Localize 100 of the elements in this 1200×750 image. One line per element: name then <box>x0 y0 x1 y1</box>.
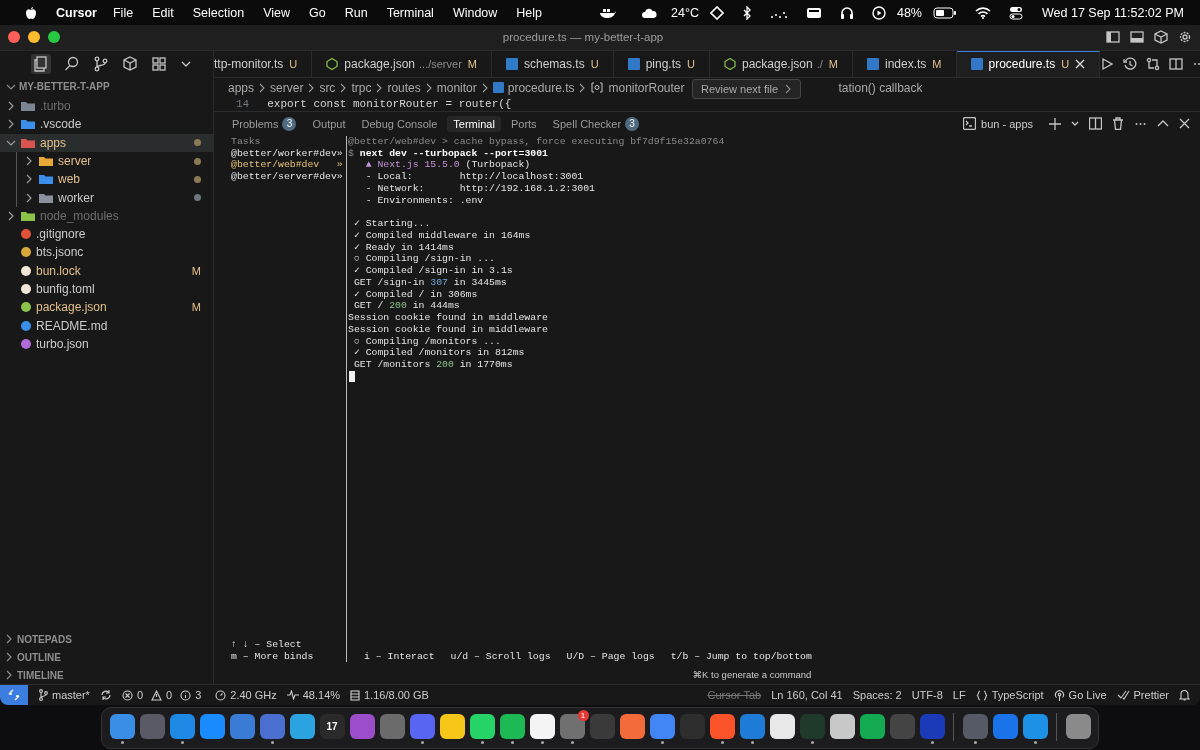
tree-item[interactable]: .gitignore <box>0 225 213 244</box>
app-icon[interactable] <box>619 714 645 739</box>
app-icon[interactable] <box>289 714 315 739</box>
branch-status[interactable]: master* <box>38 689 90 701</box>
app-icon[interactable] <box>439 714 465 739</box>
status-item[interactable]: Ln 160, Col 41 <box>771 689 843 701</box>
terminal-selector[interactable]: bun - apps <box>963 117 1033 131</box>
minimize-light[interactable] <box>28 31 40 44</box>
tree-item[interactable]: .turbo <box>0 96 213 116</box>
cube-icon[interactable] <box>122 55 138 72</box>
problems-status[interactable]: 0 0 3 <box>121 689 206 701</box>
tree-item[interactable]: bunfig.toml <box>0 279 213 299</box>
close-icon[interactable] <box>1075 59 1086 70</box>
toggles-icon[interactable] <box>1009 5 1023 20</box>
diamond-icon[interactable] <box>709 5 724 20</box>
menu-item[interactable]: Run <box>344 5 368 20</box>
tree-item[interactable]: .vscode <box>0 115 213 134</box>
battery-icon[interactable] <box>933 6 957 19</box>
tree-item[interactable]: node_modules <box>0 206 213 226</box>
menu-item[interactable]: Terminal <box>386 5 434 20</box>
settings-icon[interactable] <box>1178 30 1192 45</box>
status-item[interactable]: Prettier <box>1116 689 1169 701</box>
status-item[interactable]: Go Live <box>1053 689 1107 701</box>
blocks-icon[interactable] <box>151 55 167 72</box>
bluetooth-icon[interactable] <box>741 5 752 20</box>
breadcrumb-item[interactable]: procedure.ts <box>507 80 575 95</box>
trash-icon[interactable] <box>1112 117 1124 131</box>
branch-icon[interactable] <box>93 55 109 72</box>
breadcrumb-item[interactable]: server <box>270 80 304 95</box>
editor-tab[interactable]: ping.ts U <box>613 50 710 77</box>
headphones-icon[interactable] <box>839 5 854 20</box>
zoom-light[interactable] <box>48 31 60 44</box>
editor-tab[interactable]: procedure.ts U <box>956 50 1101 77</box>
section-header[interactable]: OUTLINE <box>0 648 213 666</box>
breadcrumb-item[interactable]: monitorRouter <box>608 80 685 95</box>
panel-tab[interactable]: Problems 3 <box>226 114 303 133</box>
tree-item[interactable]: bts.jsonc <box>0 243 213 262</box>
task-item[interactable]: @better/web#dev » <box>231 159 346 172</box>
breadcrumb-item[interactable]: routes <box>387 80 421 95</box>
play-icon[interactable] <box>871 5 886 20</box>
menu-item[interactable]: Selection <box>192 5 245 20</box>
editor-tab[interactable]: package.json ./ M <box>709 50 853 77</box>
panel-tab[interactable]: Ports <box>504 115 543 132</box>
split-icon[interactable] <box>1089 117 1102 131</box>
panel-tab[interactable]: Terminal <box>447 115 501 132</box>
editor-tab[interactable]: ttp-monitor.ts U <box>214 50 313 77</box>
task-item[interactable]: @better/worker#dev» <box>231 147 346 160</box>
status-item[interactable]: Spaces: 2 <box>852 689 902 701</box>
files-icon[interactable] <box>31 53 51 74</box>
plus-icon[interactable] <box>1049 117 1061 130</box>
tree-item[interactable]: bun.lock M <box>0 261 213 280</box>
load-status[interactable]: 48.14% <box>286 689 341 701</box>
editor-tab[interactable]: index.ts M <box>852 50 957 77</box>
panel-tab[interactable]: Spell Checker 3 <box>546 114 646 133</box>
menu-item[interactable]: View <box>263 5 290 20</box>
search-icon[interactable] <box>64 55 80 72</box>
breadcrumb-item[interactable]: monitor <box>436 80 477 95</box>
wifi-icon[interactable] <box>975 6 991 19</box>
menu-item[interactable]: Help <box>516 5 543 20</box>
tree-item[interactable]: README.md <box>0 316 213 335</box>
tree-item[interactable]: server <box>16 151 213 171</box>
cpu-status[interactable]: 2.40 GHz <box>215 689 277 701</box>
app-icon[interactable] <box>859 714 885 739</box>
remote-button[interactable] <box>0 685 28 705</box>
tree-item[interactable]: web <box>16 170 213 189</box>
panel-tab[interactable]: Debug Console <box>355 115 444 132</box>
app-icon[interactable] <box>829 714 855 739</box>
cube-icon[interactable] <box>1154 30 1168 45</box>
panel-toggle-icon[interactable] <box>1130 30 1144 45</box>
section-header[interactable]: TIMELINE <box>0 666 213 684</box>
tree-item[interactable]: package.json M <box>0 298 213 317</box>
close-light[interactable] <box>8 31 20 44</box>
app-menu[interactable]: Cursor <box>56 5 97 20</box>
app-icon[interactable] <box>529 714 555 739</box>
section-header[interactable]: NOTEPADS <box>0 630 213 648</box>
menu-item[interactable]: File <box>113 5 134 20</box>
sidebar-toggle-icon[interactable] <box>1106 30 1120 45</box>
status-item[interactable]: UTF-8 <box>911 689 943 701</box>
tree-item[interactable]: turbo.json <box>0 334 213 354</box>
task-item[interactable]: @better/server#dev» <box>231 171 346 183</box>
menu-item[interactable]: Window <box>452 5 498 20</box>
keyboard-icon[interactable] <box>805 6 822 19</box>
app-icon[interactable] <box>499 714 525 739</box>
split-icon[interactable] <box>1169 56 1184 71</box>
status-item[interactable]: LF <box>952 689 966 701</box>
history-icon[interactable] <box>1123 56 1138 71</box>
panel-tab[interactable]: Output <box>306 115 352 132</box>
memory-status[interactable]: 1.16/8.00 GB <box>350 689 429 701</box>
app-icon[interactable]: 17 <box>319 714 345 739</box>
compare-icon[interactable] <box>1146 56 1161 71</box>
menu-item[interactable]: Edit <box>152 5 174 20</box>
breadcrumb-item[interactable]: apps <box>228 80 255 95</box>
app-icon[interactable] <box>769 714 795 739</box>
bell-icon[interactable] <box>1179 689 1190 701</box>
run-icon[interactable] <box>1100 56 1115 71</box>
status-item[interactable]: TypeScript <box>975 689 1044 701</box>
app-icon[interactable] <box>469 714 495 739</box>
breadcrumb-item[interactable]: tation() callback <box>838 80 923 95</box>
tree-item[interactable]: apps <box>0 133 213 152</box>
breadcrumb-item[interactable]: trpc <box>351 80 372 95</box>
